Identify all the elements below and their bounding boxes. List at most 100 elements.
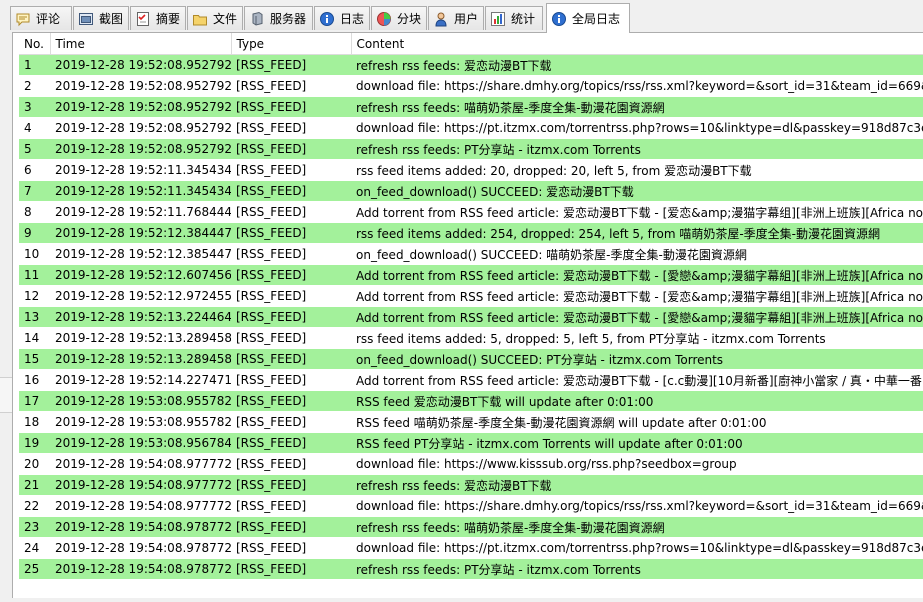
cell-type: [RSS_FEED]	[231, 243, 351, 265]
tab-servers[interactable]: 服务器	[244, 6, 313, 30]
tab-label: 文件	[213, 11, 238, 26]
cell-type: [RSS_FEED]	[231, 285, 351, 307]
summary-icon	[135, 11, 151, 27]
cell-content: refresh rss feeds: 喵萌奶茶屋-季度全集-動漫花園資源網	[351, 96, 923, 118]
stats-icon	[490, 11, 506, 27]
log-table: No. Time Type Content 1 2019-12-28 19:52:…	[19, 33, 923, 580]
table-row[interactable]: 13 2019-12-28 19:52:13.224464 [RSS_FEED] Ad…	[19, 306, 923, 328]
table-row[interactable]: 16 2019-12-28 19:52:14.227471 [RSS_FEED] Ad…	[19, 369, 923, 391]
cell-content: Add torrent from RSS feed article: 爱恋动漫B…	[351, 306, 923, 328]
cell-no: 20	[19, 453, 50, 475]
cell-no: 11	[19, 264, 50, 286]
comment-icon	[15, 11, 31, 27]
table-row[interactable]: 2 2019-12-28 19:52:08.952792 [RSS_FEED] dow…	[19, 75, 923, 97]
cell-time: 2019-12-28 19:54:08.978772	[50, 516, 231, 538]
tab-pieces[interactable]: 分块	[371, 6, 427, 30]
table-row[interactable]: 12 2019-12-28 19:52:12.972455 [RSS_FEED] Ad…	[19, 285, 923, 307]
table-row[interactable]: 21 2019-12-28 19:54:08.977772 [RSS_FEED] re…	[19, 474, 923, 496]
cell-no: 10	[19, 243, 50, 265]
cell-no: 14	[19, 327, 50, 349]
cell-content: RSS feed 爱恋动漫BT下载 will update after 0:01…	[351, 390, 923, 412]
cell-type: [RSS_FEED]	[231, 75, 351, 97]
tab-bar: 评论 截图 摘要 文件 服务器 日志 分块 用户 统计 全局日志	[0, 0, 923, 33]
tab-users[interactable]: 用户	[428, 6, 484, 30]
info-icon	[551, 11, 567, 27]
table-row[interactable]: 25 2019-12-28 19:54:08.978772 [RSS_FEED] re…	[19, 558, 923, 580]
tab-summary[interactable]: 摘要	[130, 6, 186, 30]
table-row[interactable]: 7 2019-12-28 19:52:11.345434 [RSS_FEED] on_…	[19, 180, 923, 202]
cell-no: 4	[19, 117, 50, 139]
cell-time: 2019-12-28 19:52:11.768444	[50, 201, 231, 223]
tab-global-log[interactable]: 全局日志	[546, 3, 630, 33]
cell-no: 2	[19, 75, 50, 97]
cell-no: 6	[19, 159, 50, 181]
table-row[interactable]: 23 2019-12-28 19:54:08.978772 [RSS_FEED] re…	[19, 516, 923, 538]
cell-content: refresh rss feeds: 爱恋动漫BT下载	[351, 54, 923, 76]
tab-label: 评论	[36, 11, 61, 26]
cell-content: refresh rss feeds: PT分享站 - itzmx.com Tor…	[351, 138, 923, 160]
column-header-no[interactable]: No.	[19, 33, 51, 55]
cell-content: Add torrent from RSS feed article: 爱恋动漫B…	[351, 285, 923, 307]
cell-no: 9	[19, 222, 50, 244]
cell-no: 18	[19, 411, 50, 433]
table-row[interactable]: 3 2019-12-28 19:52:08.952792 [RSS_FEED] ref…	[19, 96, 923, 118]
table-row[interactable]: 18 2019-12-28 19:53:08.955782 [RSS_FEED] RS…	[19, 411, 923, 433]
cell-no: 21	[19, 474, 50, 496]
tab-log[interactable]: 日志	[314, 6, 370, 30]
cell-no: 5	[19, 138, 50, 160]
table-row[interactable]: 24 2019-12-28 19:54:08.978772 [RSS_FEED] do…	[19, 537, 923, 559]
cell-no: 1	[19, 54, 50, 76]
table-row[interactable]: 22 2019-12-28 19:54:08.977772 [RSS_FEED] do…	[19, 495, 923, 517]
cell-time: 2019-12-28 19:54:08.977772	[50, 474, 231, 496]
cell-type: [RSS_FEED]	[231, 558, 351, 580]
column-header-type[interactable]: Type	[231, 33, 352, 55]
table-row[interactable]: 10 2019-12-28 19:52:12.385447 [RSS_FEED] on…	[19, 243, 923, 265]
column-header-content[interactable]: Content	[351, 33, 923, 55]
cell-time: 2019-12-28 19:52:12.384447	[50, 222, 231, 244]
tab-label: 用户	[454, 11, 479, 26]
column-header-time[interactable]: Time	[50, 33, 232, 55]
pieces-icon	[376, 11, 392, 27]
table-row[interactable]: 11 2019-12-28 19:52:12.607456 [RSS_FEED] Ad…	[19, 264, 923, 286]
table-row[interactable]: 20 2019-12-28 19:54:08.977772 [RSS_FEED] do…	[19, 453, 923, 475]
cell-time: 2019-12-28 19:54:08.978772	[50, 537, 231, 559]
cell-content: refresh rss feeds: PT分享站 - itzmx.com Tor…	[351, 558, 923, 580]
table-row[interactable]: 8 2019-12-28 19:52:11.768444 [RSS_FEED] Add…	[19, 201, 923, 223]
cell-no: 25	[19, 558, 50, 580]
table-row[interactable]: 17 2019-12-28 19:53:08.955782 [RSS_FEED] RS…	[19, 390, 923, 412]
tab-files[interactable]: 文件	[187, 6, 243, 30]
tab-comments[interactable]: 评论	[10, 6, 72, 30]
cell-type: [RSS_FEED]	[231, 138, 351, 160]
table-row[interactable]: 15 2019-12-28 19:52:13.289458 [RSS_FEED] on…	[19, 348, 923, 370]
cell-type: [RSS_FEED]	[231, 159, 351, 181]
cell-content: download file: https://pt.itzmx.com/torr…	[351, 537, 923, 559]
cell-type: [RSS_FEED]	[231, 306, 351, 328]
table-row[interactable]: 6 2019-12-28 19:52:11.345434 [RSS_FEED] rss…	[19, 159, 923, 181]
cell-time: 2019-12-28 19:54:08.978772	[50, 558, 231, 580]
cell-content: download file: https://share.dmhy.org/to…	[351, 495, 923, 517]
left-margin	[0, 33, 12, 602]
table-row[interactable]: 9 2019-12-28 19:52:12.384447 [RSS_FEED] rss…	[19, 222, 923, 244]
global-log-panel: No. Time Type Content 1 2019-12-28 19:52:…	[12, 32, 923, 599]
cell-no: 23	[19, 516, 50, 538]
cell-type: [RSS_FEED]	[231, 369, 351, 391]
cell-content: download file: https://www.kisssub.org/r…	[351, 453, 923, 475]
table-row[interactable]: 19 2019-12-28 19:53:08.956784 [RSS_FEED] RS…	[19, 432, 923, 454]
table-row[interactable]: 5 2019-12-28 19:52:08.952792 [RSS_FEED] ref…	[19, 138, 923, 160]
cell-time: 2019-12-28 19:52:12.607456	[50, 264, 231, 286]
tab-label: 分块	[397, 11, 422, 26]
cell-no: 3	[19, 96, 50, 118]
cell-type: [RSS_FEED]	[231, 537, 351, 559]
cell-time: 2019-12-28 19:52:11.345434	[50, 159, 231, 181]
cell-type: [RSS_FEED]	[231, 390, 351, 412]
table-row[interactable]: 14 2019-12-28 19:52:13.289458 [RSS_FEED] rs…	[19, 327, 923, 349]
cell-time: 2019-12-28 19:52:08.952792	[50, 54, 231, 76]
table-row[interactable]: 4 2019-12-28 19:52:08.952792 [RSS_FEED] dow…	[19, 117, 923, 139]
table-header-row: No. Time Type Content	[19, 33, 923, 55]
tab-statistics[interactable]: 统计	[485, 6, 543, 30]
splitter-handle[interactable]	[0, 377, 12, 413]
cell-type: [RSS_FEED]	[231, 264, 351, 286]
tab-screenshots[interactable]: 截图	[73, 6, 129, 30]
table-row[interactable]: 1 2019-12-28 19:52:08.952792 [RSS_FEED] ref…	[19, 54, 923, 76]
cell-time: 2019-12-28 19:53:08.956784	[50, 432, 231, 454]
